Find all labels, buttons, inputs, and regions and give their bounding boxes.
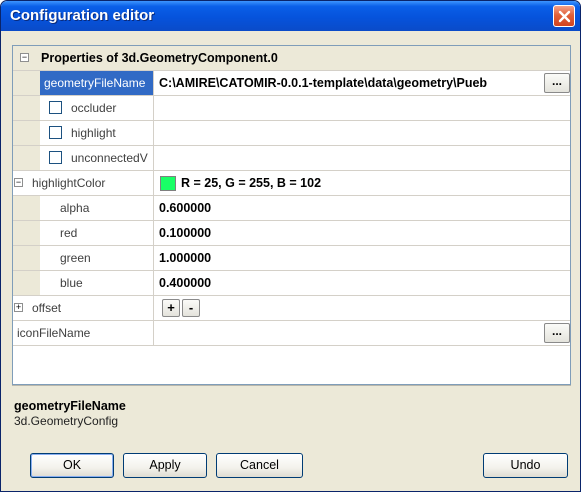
- property-value[interactable]: [155, 121, 570, 145]
- collapse-icon[interactable]: −: [20, 53, 29, 62]
- category-label: Properties of 3d.GeometryComponent.0: [41, 51, 278, 65]
- property-value[interactable]: [155, 96, 570, 120]
- row-gutter: [13, 196, 40, 220]
- checkbox-label: occluder: [71, 101, 117, 115]
- expand-icon[interactable]: +: [14, 303, 23, 312]
- checkbox-label: unconnectedV: [71, 151, 148, 165]
- property-value[interactable]: R = 25, G = 255, B = 102: [155, 171, 570, 195]
- row-gutter: [13, 221, 40, 245]
- checkbox-label: highlight: [71, 126, 116, 140]
- property-name[interactable]: green: [40, 246, 154, 270]
- title-bar[interactable]: Configuration editor: [1, 1, 580, 31]
- property-name[interactable]: red: [40, 221, 154, 245]
- row-gutter: [13, 96, 40, 120]
- occluder-checkbox[interactable]: [49, 101, 62, 114]
- row-gutter: [13, 121, 40, 145]
- property-name-cell: highlight: [40, 121, 154, 145]
- unconnected-checkbox[interactable]: [49, 151, 62, 164]
- description-panel: geometryFileName 3d.GeometryConfig: [12, 385, 571, 445]
- property-value[interactable]: 0.100000: [155, 221, 570, 245]
- close-button[interactable]: [553, 5, 575, 27]
- property-row-highlight-color[interactable]: − highlightColor R = 25, G = 255, B = 10…: [13, 171, 570, 196]
- property-row-offset[interactable]: + offset + -: [13, 296, 570, 321]
- description-text: 3d.GeometryConfig: [14, 414, 119, 428]
- row-gutter: [13, 71, 40, 95]
- property-name[interactable]: iconFileName: [13, 321, 154, 345]
- browse-button[interactable]: ...: [544, 73, 570, 93]
- configuration-editor-window: Configuration editor − Properties of 3d.…: [0, 0, 581, 492]
- property-name[interactable]: offset: [28, 296, 154, 320]
- property-name[interactable]: geometryFileName: [40, 71, 154, 95]
- property-value[interactable]: [155, 146, 570, 170]
- property-name-cell: unconnectedV: [40, 146, 154, 170]
- property-name[interactable]: alpha: [40, 196, 154, 220]
- property-row-red[interactable]: red 0.100000: [13, 221, 570, 246]
- property-name[interactable]: highlightColor: [28, 171, 154, 195]
- color-swatch: [160, 176, 176, 191]
- property-row-unconnected[interactable]: unconnectedV: [13, 146, 570, 171]
- color-value: R = 25, G = 255, B = 102: [181, 176, 322, 190]
- close-icon: [558, 10, 571, 23]
- row-gutter: [13, 246, 40, 270]
- property-row-geometry-file-name[interactable]: geometryFileName C:\AMIRE\CATOMIR-0.0.1-…: [13, 71, 570, 96]
- property-row-highlight[interactable]: highlight: [13, 121, 570, 146]
- remove-button[interactable]: -: [182, 299, 200, 317]
- add-button[interactable]: +: [162, 299, 180, 317]
- property-name-cell: occluder: [40, 96, 154, 120]
- highlight-checkbox[interactable]: [49, 126, 62, 139]
- property-row-icon-file-name[interactable]: iconFileName ...: [13, 321, 570, 346]
- property-row-blue[interactable]: blue 0.400000: [13, 271, 570, 296]
- description-title: geometryFileName: [14, 399, 126, 413]
- property-value[interactable]: 1.000000: [155, 246, 570, 270]
- property-value[interactable]: 0.600000: [155, 196, 570, 220]
- collapse-icon[interactable]: −: [14, 178, 23, 187]
- window-title: Configuration editor: [10, 7, 155, 24]
- property-name[interactable]: blue: [40, 271, 154, 295]
- row-gutter: [13, 146, 40, 170]
- browse-button[interactable]: ...: [544, 323, 570, 343]
- row-gutter: [13, 271, 40, 295]
- undo-button[interactable]: Undo: [483, 453, 568, 478]
- property-value: + -: [155, 296, 570, 320]
- ok-button[interactable]: OK: [30, 453, 114, 478]
- property-value[interactable]: [155, 321, 570, 345]
- cancel-button[interactable]: Cancel: [216, 453, 303, 478]
- property-row-green[interactable]: green 1.000000: [13, 246, 570, 271]
- property-row-alpha[interactable]: alpha 0.600000: [13, 196, 570, 221]
- property-value[interactable]: C:\AMIRE\CATOMIR-0.0.1-template\data\geo…: [155, 71, 570, 95]
- property-row-occluder[interactable]: occluder: [13, 96, 570, 121]
- category-row: − Properties of 3d.GeometryComponent.0: [13, 46, 570, 71]
- property-grid: − Properties of 3d.GeometryComponent.0 g…: [12, 45, 571, 385]
- property-value[interactable]: 0.400000: [155, 271, 570, 295]
- apply-button[interactable]: Apply: [123, 453, 207, 478]
